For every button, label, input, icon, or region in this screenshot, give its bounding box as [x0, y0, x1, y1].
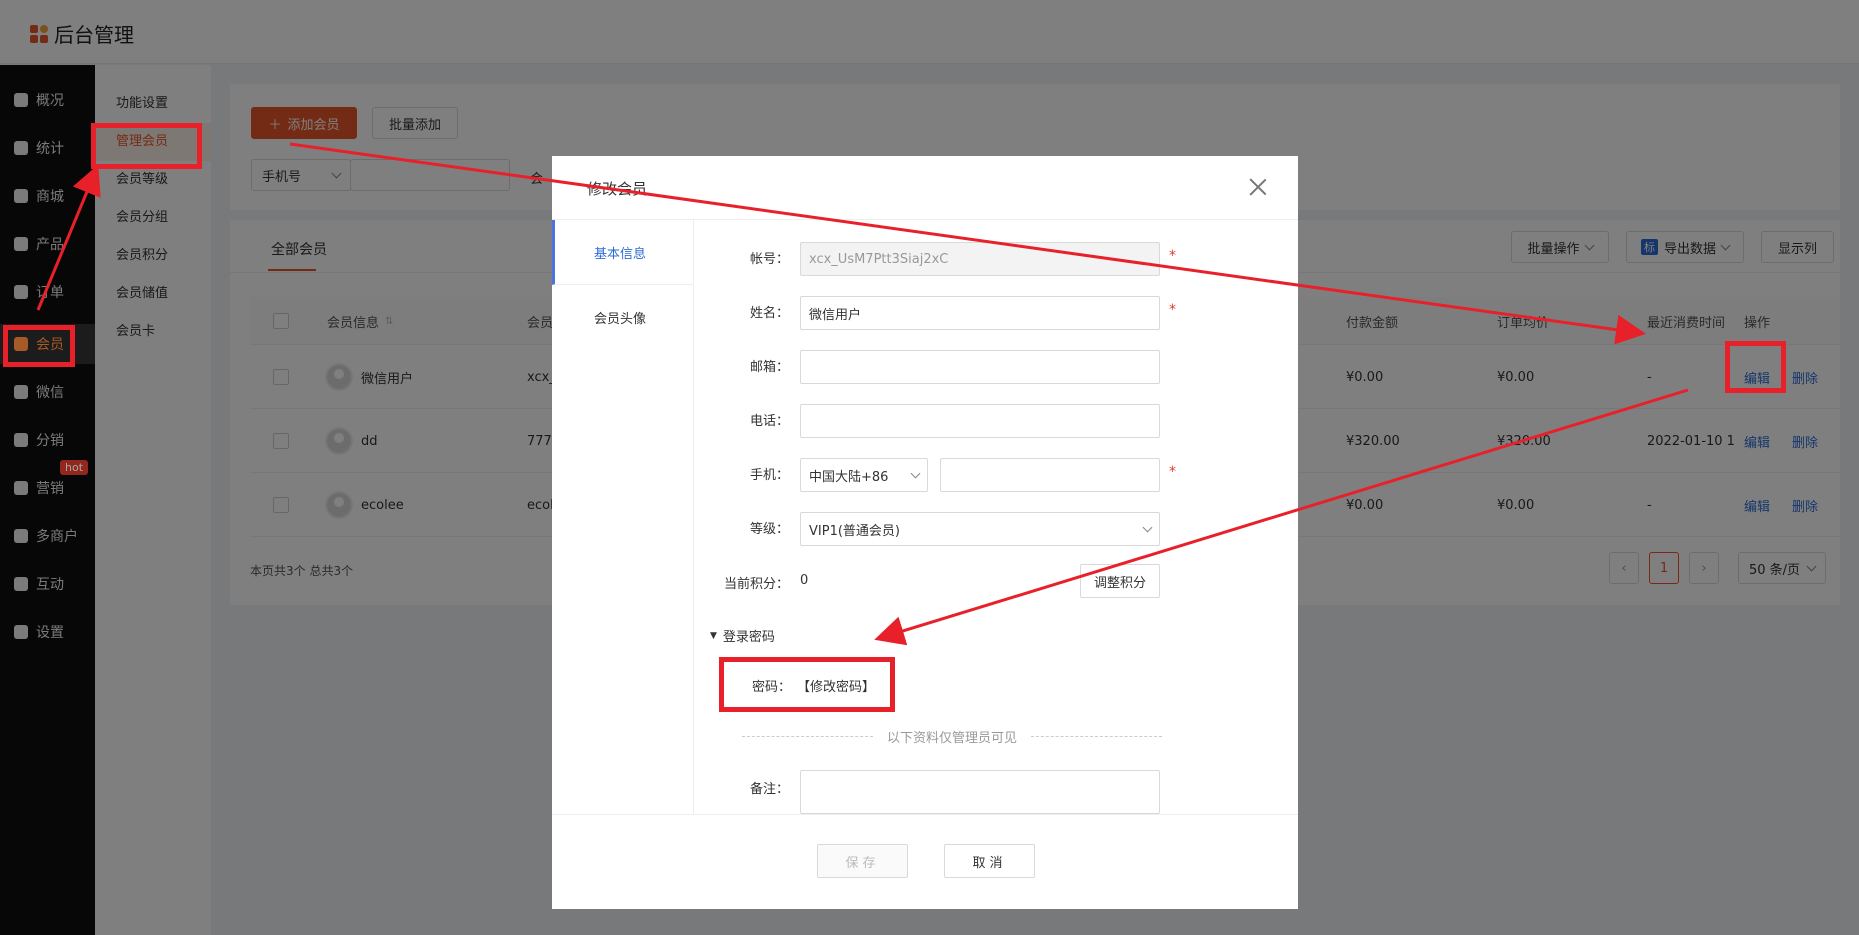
phone-field[interactable] [800, 404, 1160, 438]
adjust-points-button[interactable]: 调整积分 [1080, 564, 1160, 598]
save-button[interactable]: 保存 [817, 844, 908, 878]
phone-label: 电话： [749, 414, 789, 429]
chevron-down-icon [1142, 522, 1153, 532]
points-value: 0 [800, 573, 809, 588]
account-label: 帐号： [749, 252, 789, 267]
nav-dim [0, 65, 95, 935]
highlight-members-nav [3, 325, 75, 367]
level-select[interactable]: VIP1(普通会员) [800, 512, 1160, 546]
modal-footer [552, 814, 1298, 909]
highlight-change-password [719, 657, 895, 712]
highlight-edit-button [1725, 341, 1786, 393]
mobile-label: 手机： [749, 468, 789, 483]
level-label: 等级： [749, 522, 789, 537]
modal-title: 修改会员 [587, 180, 648, 198]
email-label: 邮箱： [749, 360, 789, 375]
mobile-field[interactable] [940, 458, 1160, 492]
cancel-button[interactable]: 取消 [944, 844, 1035, 878]
edit-member-modal: 修改会员 基本信息 会员头像 帐号： xcx_UsM7Ptt3Siaj2xC *… [552, 156, 1298, 909]
points-label: 当前积分： [723, 577, 789, 592]
required-mark: * [1169, 248, 1176, 264]
caret-down-icon: ▼ [710, 630, 717, 641]
highlight-manage-members [91, 123, 202, 169]
admin-only-divider: 以下资料仅管理员可见 [742, 726, 1163, 746]
close-icon[interactable] [1249, 178, 1267, 196]
mobile-region-select[interactable]: 中国大陆+86 [800, 458, 928, 492]
account-field: xcx_UsM7Ptt3Siaj2xC [800, 242, 1160, 276]
modal-header: 修改会员 [552, 156, 1298, 220]
remark-label: 备注： [749, 782, 789, 797]
remark-field[interactable] [800, 770, 1160, 814]
login-password-section[interactable]: ▼ 登录密码 [710, 626, 775, 645]
name-field[interactable]: 微信用户 [800, 296, 1160, 330]
required-mark: * [1169, 464, 1176, 480]
chevron-down-icon [910, 468, 921, 478]
required-mark: * [1169, 302, 1176, 318]
name-label: 姓名： [749, 306, 789, 321]
email-field[interactable] [800, 350, 1160, 384]
